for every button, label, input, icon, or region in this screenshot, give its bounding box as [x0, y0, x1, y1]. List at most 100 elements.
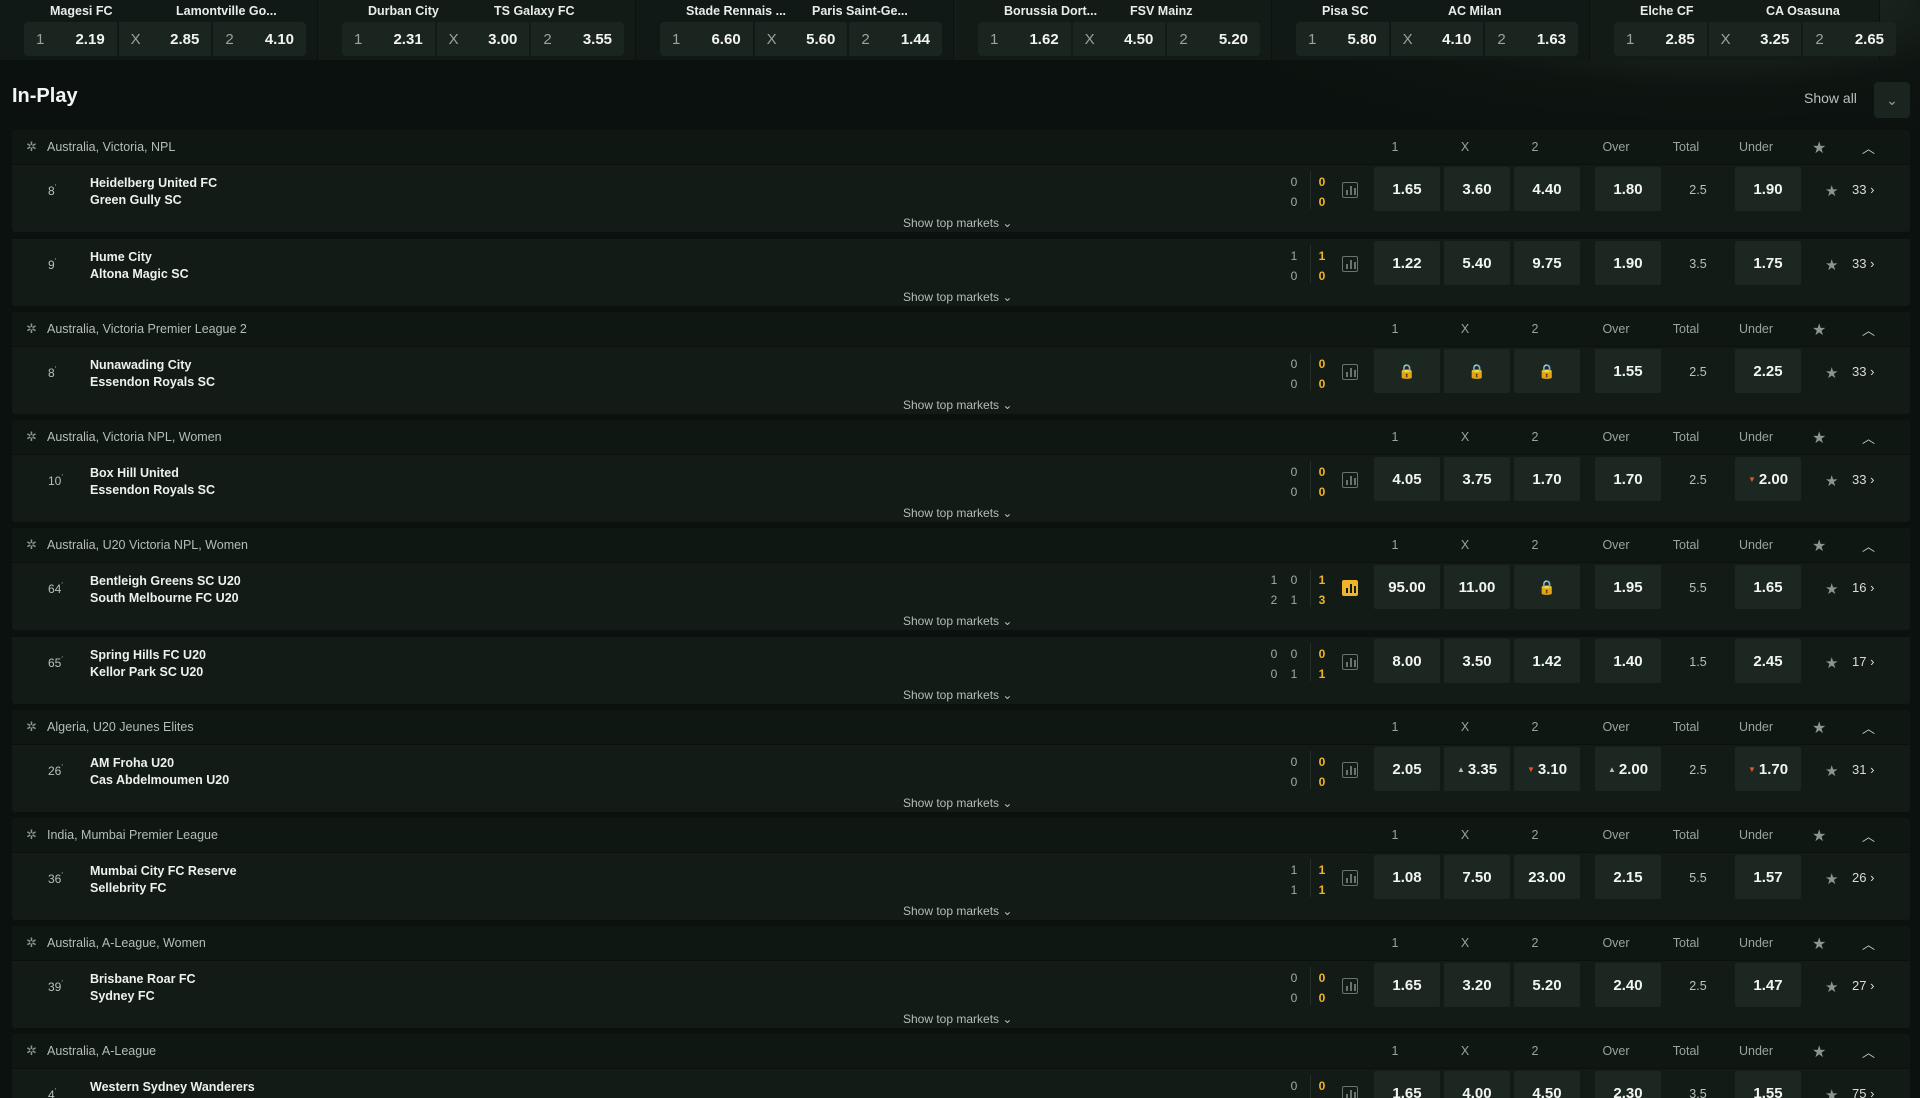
odd-button[interactable]: 7.50 [1444, 855, 1510, 899]
stats-chart-icon[interactable] [1342, 364, 1358, 380]
odd-button[interactable]: 1.75 [1735, 241, 1801, 285]
star-icon[interactable]: ★ [1825, 580, 1838, 598]
odd-button[interactable]: 5.40 [1444, 241, 1510, 285]
markets-count-link[interactable]: 75 › [1852, 1086, 1874, 1098]
odd-button[interactable]: 1.40 [1595, 639, 1661, 683]
show-top-markets-bar[interactable]: Show top markets ⌄ [12, 289, 1910, 306]
odd-button[interactable]: 4.40 [1514, 167, 1580, 211]
match-row[interactable]: 39′ Brisbane Roar FC Sydney FC 0 0 0 0 1.65 3.20… [12, 960, 1910, 1011]
featured-match-card[interactable]: Elche CF CA Osasuna 1 2.85 X 3.25 2 2.65 [1590, 0, 1897, 60]
featured-odd-button[interactable]: X 2.85 [118, 22, 212, 56]
featured-odd-button[interactable]: 1 2.31 [342, 22, 435, 56]
featured-odd-button[interactable]: 2 1.44 [849, 22, 943, 56]
odd-button[interactable]: 3.50 [1444, 639, 1510, 683]
featured-odd-button[interactable]: X 3.25 [1708, 22, 1802, 56]
featured-odd-button[interactable]: 1 6.60 [660, 22, 753, 56]
markets-count-link[interactable]: 16 › [1852, 580, 1874, 595]
star-icon[interactable]: ★ [1812, 934, 1826, 954]
match-row[interactable]: 9′ Hume City Altona Magic SC 1 0 1 0 1.22 5.40 9.… [12, 238, 1910, 289]
featured-odd-button[interactable]: X 5.60 [754, 22, 848, 56]
markets-count-link[interactable]: 33 › [1852, 256, 1874, 271]
stats-chart-icon[interactable] [1342, 762, 1358, 778]
odd-button[interactable]: 4.00 [1444, 1071, 1510, 1098]
star-icon[interactable]: ★ [1812, 320, 1826, 340]
odd-button[interactable]: 1.70 [1514, 457, 1580, 501]
match-row[interactable]: 65′ Spring Hills FC U20 Kellor Park SC U20… [12, 636, 1910, 687]
odd-button[interactable]: 1.57 [1735, 855, 1801, 899]
show-top-markets-bar[interactable]: Show top markets ⌄ [12, 795, 1910, 812]
collapse-toggle-button[interactable]: ⌄ [1874, 82, 1910, 118]
chevron-up-icon[interactable]: ︿ [1862, 934, 1875, 953]
star-icon[interactable]: ★ [1825, 256, 1838, 274]
show-top-markets-bar[interactable]: Show top markets ⌄ [12, 397, 1910, 414]
odd-button[interactable]: 1.42 [1514, 639, 1580, 683]
odd-button[interactable]: 1.22 [1374, 241, 1440, 285]
odd-button[interactable]: 3.75 [1444, 457, 1510, 501]
markets-count-link[interactable]: 33 › [1852, 364, 1874, 379]
match-row[interactable]: 4′Western Sydney WanderersWellington Pho… [12, 1068, 1910, 1098]
star-icon[interactable]: ★ [1825, 654, 1838, 672]
featured-match-card[interactable]: Borussia Dort... FSV Mainz 1 1.62 X 4.50 2 5.20 [954, 0, 1272, 60]
featured-odd-button[interactable]: 2 5.20 [1167, 22, 1261, 56]
match-row[interactable]: 8′ Nunawading City Essendon Royals SC 0 0 0 0 🔒… [12, 346, 1910, 397]
odd-button[interactable]: 1.80 [1595, 167, 1661, 211]
show-top-markets-link[interactable]: Show top markets ⌄ [903, 216, 1012, 230]
star-icon[interactable]: ★ [1812, 826, 1826, 846]
featured-odd-button[interactable]: 2 4.10 [213, 22, 307, 56]
match-row[interactable]: 26′ AM Froha U20 Cas Abdelmoumen U20 0 0 0 0 2.… [12, 744, 1910, 795]
markets-count-link[interactable]: 27 › [1852, 978, 1874, 993]
show-top-markets-link[interactable]: Show top markets ⌄ [903, 688, 1012, 702]
show-top-markets-link[interactable]: Show top markets ⌄ [903, 506, 1012, 520]
featured-odd-button[interactable]: X 4.50 [1072, 22, 1166, 56]
odd-button[interactable]: ▲ 3.35 [1444, 747, 1510, 791]
odd-button[interactable]: 23.00 [1514, 855, 1580, 899]
chevron-up-icon[interactable]: ︿ [1862, 826, 1875, 845]
stats-chart-icon[interactable] [1342, 978, 1358, 994]
show-top-markets-bar[interactable]: Show top markets ⌄ [12, 613, 1910, 630]
featured-odd-button[interactable]: 2 3.55 [531, 22, 625, 56]
odd-button[interactable]: 5.20 [1514, 963, 1580, 1007]
featured-odd-button[interactable]: 1 1.62 [978, 22, 1071, 56]
stats-chart-icon[interactable] [1342, 182, 1358, 198]
chevron-up-icon[interactable]: ︿ [1862, 320, 1875, 339]
odd-button[interactable]: 11.00 [1444, 565, 1510, 609]
featured-odd-button[interactable]: 1 5.80 [1296, 22, 1389, 56]
markets-count-link[interactable]: 31 › [1852, 762, 1874, 777]
chevron-up-icon[interactable]: ︿ [1862, 138, 1875, 157]
odd-button[interactable]: 1.65 [1374, 1071, 1440, 1098]
odd-button[interactable]: 1.65 [1374, 167, 1440, 211]
show-top-markets-bar[interactable]: Show top markets ⌄ [12, 1011, 1910, 1028]
odd-button[interactable]: 2.30 [1595, 1071, 1661, 1098]
star-icon[interactable]: ★ [1812, 138, 1826, 158]
markets-count-link[interactable]: 33 › [1852, 472, 1874, 487]
stats-chart-icon[interactable] [1342, 472, 1358, 488]
star-icon[interactable]: ★ [1812, 536, 1826, 556]
star-icon[interactable]: ★ [1825, 364, 1838, 382]
featured-match-card[interactable]: Magesi FC Lamontville Go... 1 2.19 X 2.85 2 4.1… [0, 0, 318, 60]
odd-button[interactable]: 4.05 [1374, 457, 1440, 501]
markets-count-link[interactable]: 17 › [1852, 654, 1874, 669]
star-icon[interactable]: ★ [1825, 870, 1838, 888]
featured-odd-button[interactable]: X 4.10 [1390, 22, 1484, 56]
match-row[interactable]: 10′ Box Hill United Essendon Royals SC 0 0 0 0… [12, 454, 1910, 505]
match-row[interactable]: 36′ Mumbai City FC Reserve Sellebrity FC 1 1… [12, 852, 1910, 903]
odd-button[interactable]: 1.08 [1374, 855, 1440, 899]
odd-button[interactable]: ▼ 1.70 [1735, 747, 1801, 791]
featured-match-card[interactable]: Durban City TS Galaxy FC 1 2.31 X 3.00 2 3.55 [318, 0, 636, 60]
stats-chart-icon[interactable] [1342, 1086, 1358, 1098]
odd-button[interactable]: ▼ 3.10 [1514, 747, 1580, 791]
odd-button[interactable]: 1.55 [1735, 1071, 1801, 1098]
show-top-markets-link[interactable]: Show top markets ⌄ [903, 290, 1012, 304]
odd-button[interactable]: 95.00 [1374, 565, 1440, 609]
odd-button[interactable]: 3.60 [1444, 167, 1510, 211]
odd-button[interactable]: 1.90 [1735, 167, 1801, 211]
odd-button[interactable]: 8.00 [1374, 639, 1440, 683]
show-top-markets-link[interactable]: Show top markets ⌄ [903, 398, 1012, 412]
chevron-up-icon[interactable]: ︿ [1862, 718, 1875, 737]
odd-button[interactable]: ▲ 2.00 [1595, 747, 1661, 791]
match-row[interactable]: 8′ Heidelberg United FC Green Gully SC 0 0 0 0… [12, 164, 1910, 215]
featured-odd-button[interactable]: X 3.00 [436, 22, 530, 56]
stats-chart-icon[interactable] [1342, 654, 1358, 670]
star-icon[interactable]: ★ [1812, 428, 1826, 448]
odd-button[interactable]: 1.70 [1595, 457, 1661, 501]
